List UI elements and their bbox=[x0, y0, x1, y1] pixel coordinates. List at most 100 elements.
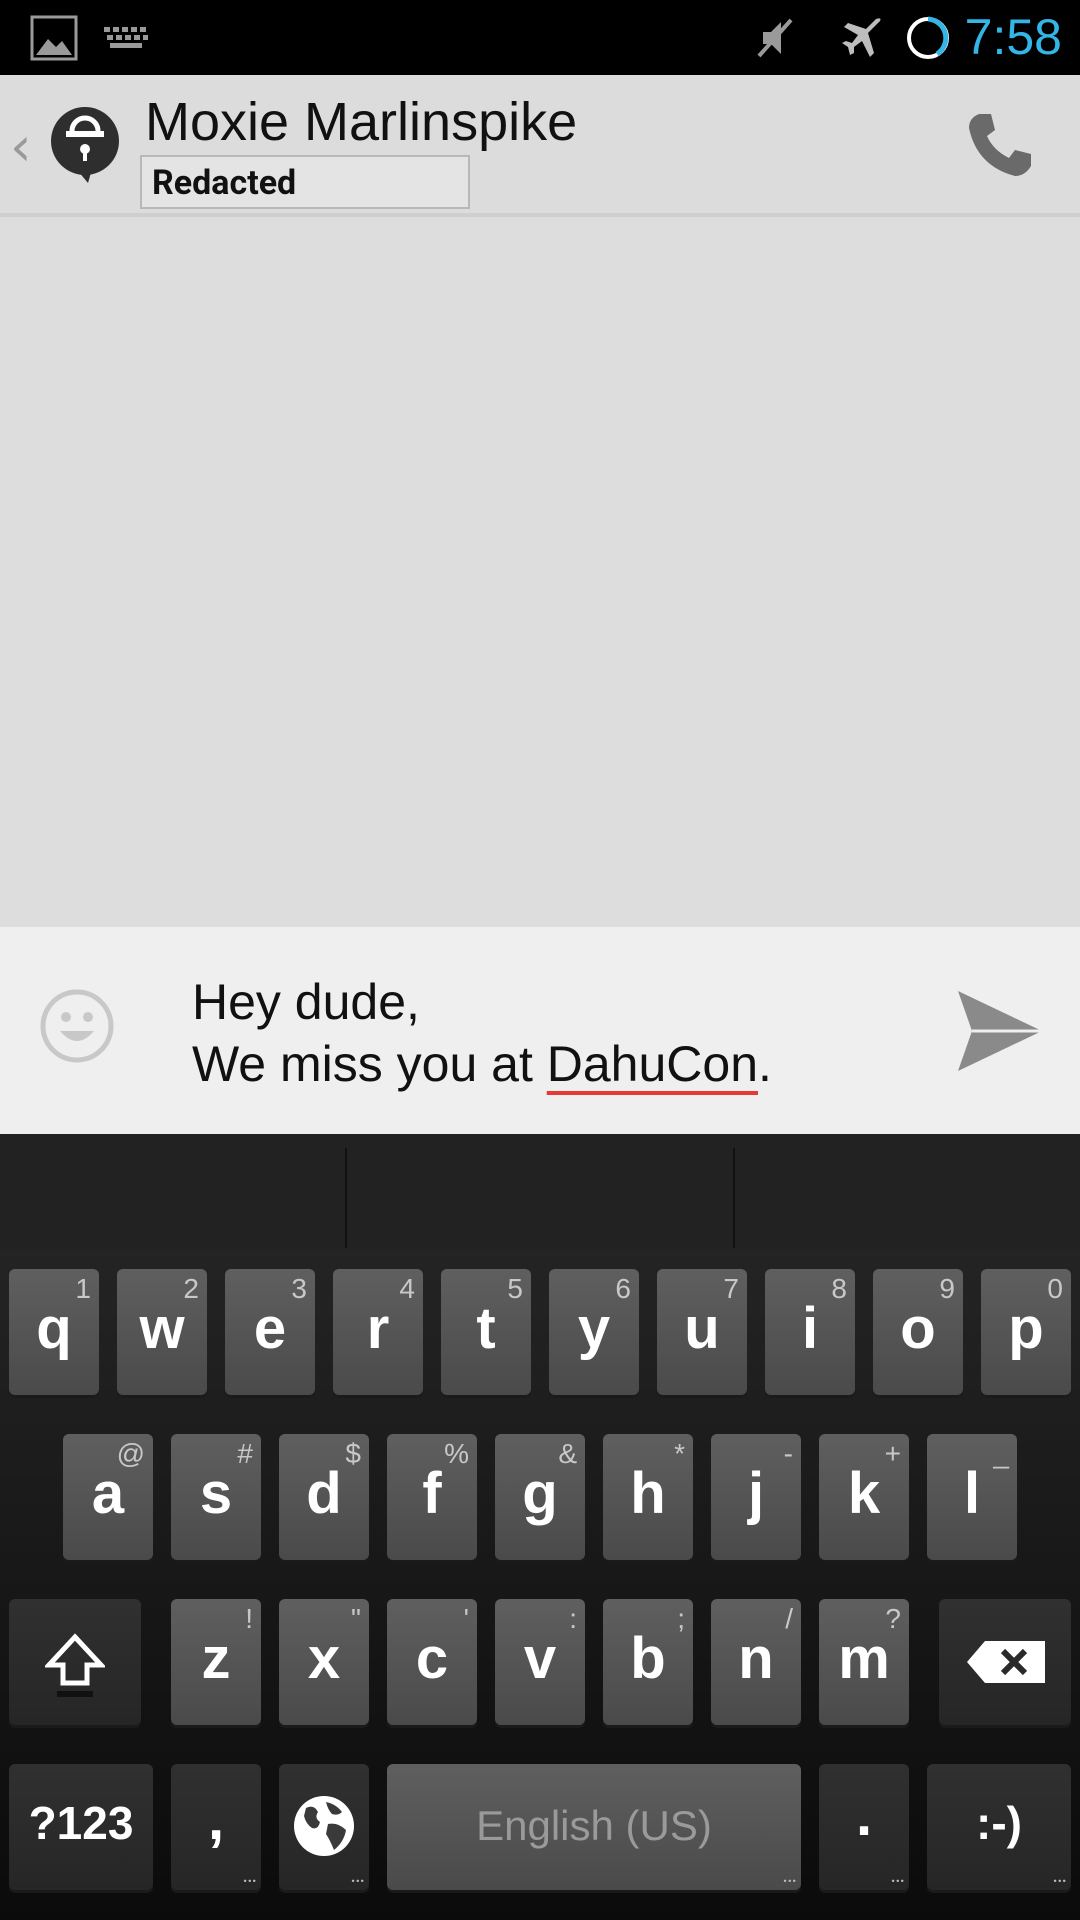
suggestion-divider bbox=[733, 1148, 735, 1248]
key-r[interactable]: 4r bbox=[333, 1269, 423, 1395]
key-i[interactable]: 8i bbox=[765, 1269, 855, 1395]
battery-icon bbox=[904, 0, 952, 75]
period-key[interactable]: .… bbox=[819, 1764, 909, 1890]
key-label: b bbox=[630, 1626, 666, 1691]
key-d[interactable]: $ d bbox=[279, 1434, 369, 1560]
phone-icon bbox=[969, 114, 1031, 176]
mute-icon bbox=[750, 0, 800, 75]
key-n[interactable]: / n bbox=[711, 1599, 801, 1725]
key-z[interactable]: ! z bbox=[171, 1599, 261, 1725]
key-label: m bbox=[838, 1626, 890, 1691]
backspace-key[interactable] bbox=[939, 1599, 1071, 1725]
message-list[interactable] bbox=[0, 217, 1080, 927]
key-label: y bbox=[577, 1296, 611, 1361]
globe-icon bbox=[294, 1796, 354, 1856]
more-keys-indicator: … bbox=[890, 1863, 905, 1888]
space-key[interactable]: English (US) … bbox=[387, 1764, 801, 1890]
app-logo-icon[interactable] bbox=[48, 105, 122, 185]
key-t[interactable]: 5t bbox=[441, 1269, 531, 1395]
contact-subtitle: Redacted bbox=[152, 163, 297, 203]
key-label: ?123 bbox=[28, 1797, 134, 1849]
key-l[interactable]: _ l bbox=[927, 1434, 1017, 1560]
smiley-icon bbox=[40, 989, 114, 1063]
back-chevron-icon[interactable]: ‹ bbox=[10, 115, 32, 178]
emoji-button[interactable] bbox=[38, 987, 116, 1065]
key-label: e bbox=[253, 1296, 287, 1361]
call-button[interactable] bbox=[960, 105, 1040, 185]
key-w[interactable]: 2w bbox=[117, 1269, 207, 1395]
more-keys-indicator: … bbox=[782, 1863, 797, 1888]
redacted-number-box: Redacted bbox=[140, 155, 470, 209]
space-language-label: English (US) bbox=[476, 1802, 712, 1849]
smiley-key[interactable]: :-) … bbox=[927, 1764, 1071, 1890]
send-icon bbox=[958, 991, 1042, 1071]
key-x[interactable]: " x bbox=[279, 1599, 369, 1725]
suggestion-strip[interactable] bbox=[0, 1134, 1080, 1249]
key-b[interactable]: ; b bbox=[603, 1599, 693, 1725]
conversation-header: ‹ Moxie Marlinspike Redacted bbox=[0, 75, 1080, 217]
keyboard-notification-icon bbox=[100, 0, 152, 75]
key-f[interactable]: % f bbox=[387, 1434, 477, 1560]
key-c[interactable]: ' c bbox=[387, 1599, 477, 1725]
key-label: c bbox=[415, 1626, 449, 1691]
more-keys-indicator: … bbox=[350, 1863, 365, 1888]
key-label: f bbox=[422, 1461, 442, 1526]
key-label: a bbox=[91, 1461, 125, 1526]
shift-key[interactable] bbox=[9, 1599, 141, 1725]
shift-arrow-icon bbox=[45, 1633, 105, 1697]
key-label: p bbox=[1008, 1296, 1044, 1361]
message-line-1: Hey dude, bbox=[192, 974, 420, 1030]
symbols-key[interactable]: ?123 bbox=[9, 1764, 153, 1890]
more-keys-indicator: … bbox=[242, 1863, 257, 1888]
soft-keyboard: 1q 2w 3e 4r 5t 6y 7u 8i 9o 0p @ a # s $ d %… bbox=[0, 1134, 1080, 1920]
key-label: t bbox=[476, 1296, 496, 1361]
key-label: s bbox=[199, 1461, 233, 1526]
image-notification-icon bbox=[28, 0, 80, 75]
key-h[interactable]: * h bbox=[603, 1434, 693, 1560]
key-a[interactable]: @ a bbox=[63, 1434, 153, 1560]
key-label: k bbox=[847, 1461, 881, 1526]
airplane-mode-icon bbox=[838, 0, 888, 75]
message-line-2-prefix: We miss you at bbox=[192, 1036, 547, 1092]
key-s[interactable]: # s bbox=[171, 1434, 261, 1560]
key-label: r bbox=[366, 1296, 390, 1361]
key-label: d bbox=[306, 1461, 342, 1526]
key-label: h bbox=[630, 1461, 666, 1526]
key-label: , bbox=[207, 1787, 225, 1852]
key-label: g bbox=[522, 1461, 558, 1526]
key-p[interactable]: 0p bbox=[981, 1269, 1071, 1395]
key-k[interactable]: + k bbox=[819, 1434, 909, 1560]
message-input[interactable]: Hey dude, We miss you at DahuCon. bbox=[192, 971, 772, 1095]
send-button[interactable] bbox=[954, 987, 1046, 1075]
key-g[interactable]: & g bbox=[495, 1434, 585, 1560]
key-m[interactable]: ? m bbox=[819, 1599, 909, 1725]
key-v[interactable]: :v bbox=[495, 1599, 585, 1725]
key-label: o bbox=[900, 1296, 936, 1361]
misspelled-word[interactable]: DahuCon bbox=[547, 1036, 758, 1092]
key-label: n bbox=[738, 1626, 774, 1691]
key-label: . bbox=[855, 1783, 873, 1848]
key-label: z bbox=[201, 1626, 231, 1691]
key-label: u bbox=[684, 1296, 720, 1361]
compose-bar: Hey dude, We miss you at DahuCon. bbox=[0, 927, 1080, 1134]
more-keys-indicator: … bbox=[1052, 1863, 1067, 1888]
key-label: :-) bbox=[976, 1797, 1022, 1849]
key-label: l bbox=[963, 1461, 981, 1526]
comma-key[interactable]: ,… bbox=[171, 1764, 261, 1890]
key-label: i bbox=[801, 1296, 819, 1361]
suggestion-divider bbox=[345, 1148, 347, 1248]
key-label: q bbox=[36, 1296, 72, 1361]
language-switch-key[interactable]: … bbox=[279, 1764, 369, 1890]
key-label: j bbox=[747, 1461, 765, 1526]
key-e[interactable]: 3e bbox=[225, 1269, 315, 1395]
clock: 7:58 bbox=[964, 9, 1062, 65]
contact-name: Moxie Marlinspike bbox=[145, 92, 578, 152]
key-j[interactable]: -j bbox=[711, 1434, 801, 1560]
key-q[interactable]: 1q bbox=[9, 1269, 99, 1395]
key-u[interactable]: 7u bbox=[657, 1269, 747, 1395]
key-label: w bbox=[139, 1296, 185, 1361]
message-line-2-suffix: . bbox=[758, 1036, 772, 1092]
key-o[interactable]: 9o bbox=[873, 1269, 963, 1395]
status-bar: 7:58 bbox=[0, 0, 1080, 75]
key-y[interactable]: 6y bbox=[549, 1269, 639, 1395]
